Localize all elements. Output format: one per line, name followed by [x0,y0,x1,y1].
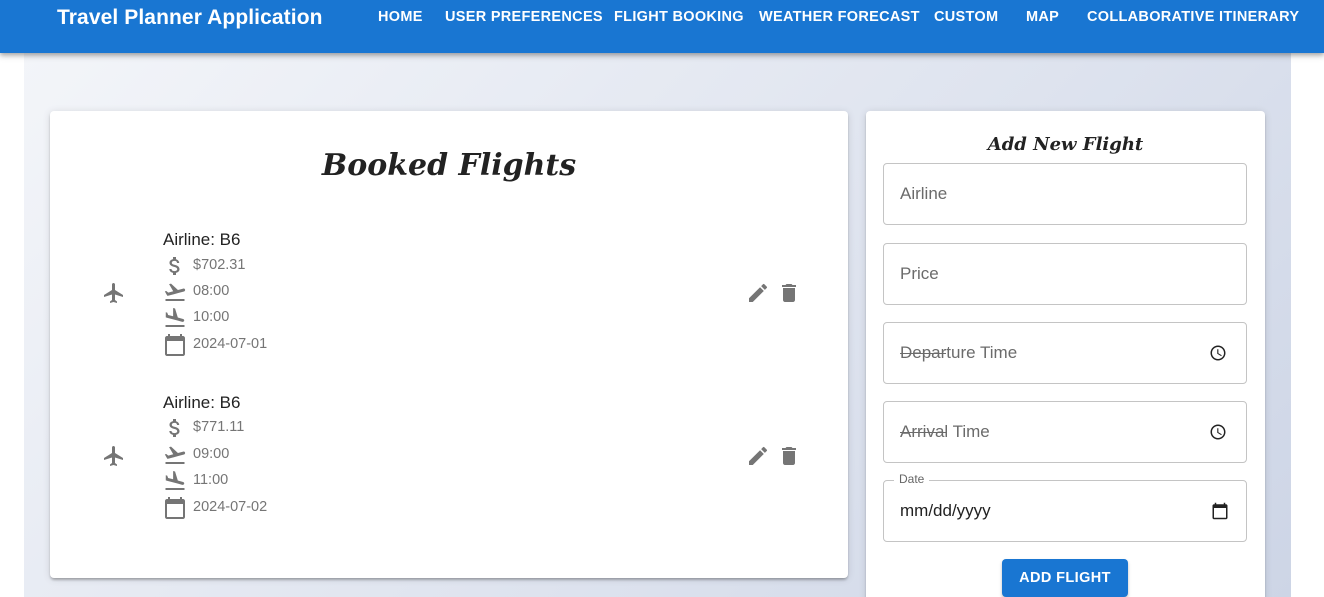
departure-time-input[interactable]: Departure Time [883,322,1247,384]
nav-flight-booking[interactable]: FLIGHT BOOKING [614,9,744,25]
nav-weather-forecast[interactable]: WEATHER FORECAST [759,9,920,25]
calendar-picker-icon[interactable] [1211,502,1229,520]
nav-collaborative-itinerary[interactable]: COLLABORATIVE ITINERARY [1087,9,1299,25]
delete-icon[interactable] [777,281,801,305]
clock-icon[interactable] [1209,344,1227,362]
nav-map[interactable]: MAP [1026,9,1059,25]
flight-airline: Airline: B6 [163,230,241,249]
arrival-time-input[interactable]: Arrival Time [883,401,1247,463]
date-input[interactable]: Date mm/dd/yyyy [883,472,1247,542]
placeholder-strike [900,353,946,354]
flight-takeoff-icon [164,283,186,301]
flight-airline: Airline: B6 [163,393,241,412]
flight-price: $771.11 [193,419,245,435]
airplane-icon [104,283,123,303]
airline-placeholder: Airline [900,184,948,203]
flight-arrival-time: 11:00 [193,472,229,488]
add-flight-title: Add New Flight [987,134,1144,155]
placeholder-strike [900,432,946,433]
calendar-icon [165,334,185,356]
date-label: Date [894,472,930,486]
app-title: Travel Planner Application [57,6,323,29]
flight-departure-time: 09:00 [193,446,230,462]
flight-date: 2024-07-02 [193,499,268,515]
airplane-icon [104,446,123,466]
flight-departure-time: 08:00 [193,283,230,299]
add-flight-button[interactable]: ADD FLIGHT [1002,559,1128,597]
app-bar: Travel Planner Application HOME USER PRE… [0,0,1324,53]
dollar-icon [169,419,180,437]
price-placeholder: Price [900,264,939,283]
edit-icon[interactable] [746,444,770,468]
nav-user-preferences[interactable]: USER PREFERENCES [445,9,603,25]
flight-date: 2024-07-01 [193,336,268,352]
clock-icon[interactable] [1209,423,1227,441]
edit-icon[interactable] [746,281,770,305]
calendar-icon [165,497,185,519]
flight-land-icon [165,308,185,327]
airline-input[interactable]: Airline [883,163,1247,225]
nav-home[interactable]: HOME [378,9,423,25]
booked-flights-card: Booked Flights Airline: B6 $702.31 08:00… [50,111,848,578]
add-flight-card: Add New Flight Airline Price Departure T… [866,111,1265,597]
nav-custom[interactable]: CUSTOM [934,9,998,25]
dollar-icon [169,257,180,275]
date-value: mm/dd/yyyy [900,501,991,520]
price-input[interactable]: Price [883,243,1247,305]
flight-takeoff-icon [164,446,186,464]
delete-icon[interactable] [777,444,801,468]
flight-land-icon [165,471,185,490]
flight-price: $702.31 [193,257,246,273]
booked-flights-title: Booked Flights [321,148,577,183]
flight-arrival-time: 10:00 [193,309,230,325]
